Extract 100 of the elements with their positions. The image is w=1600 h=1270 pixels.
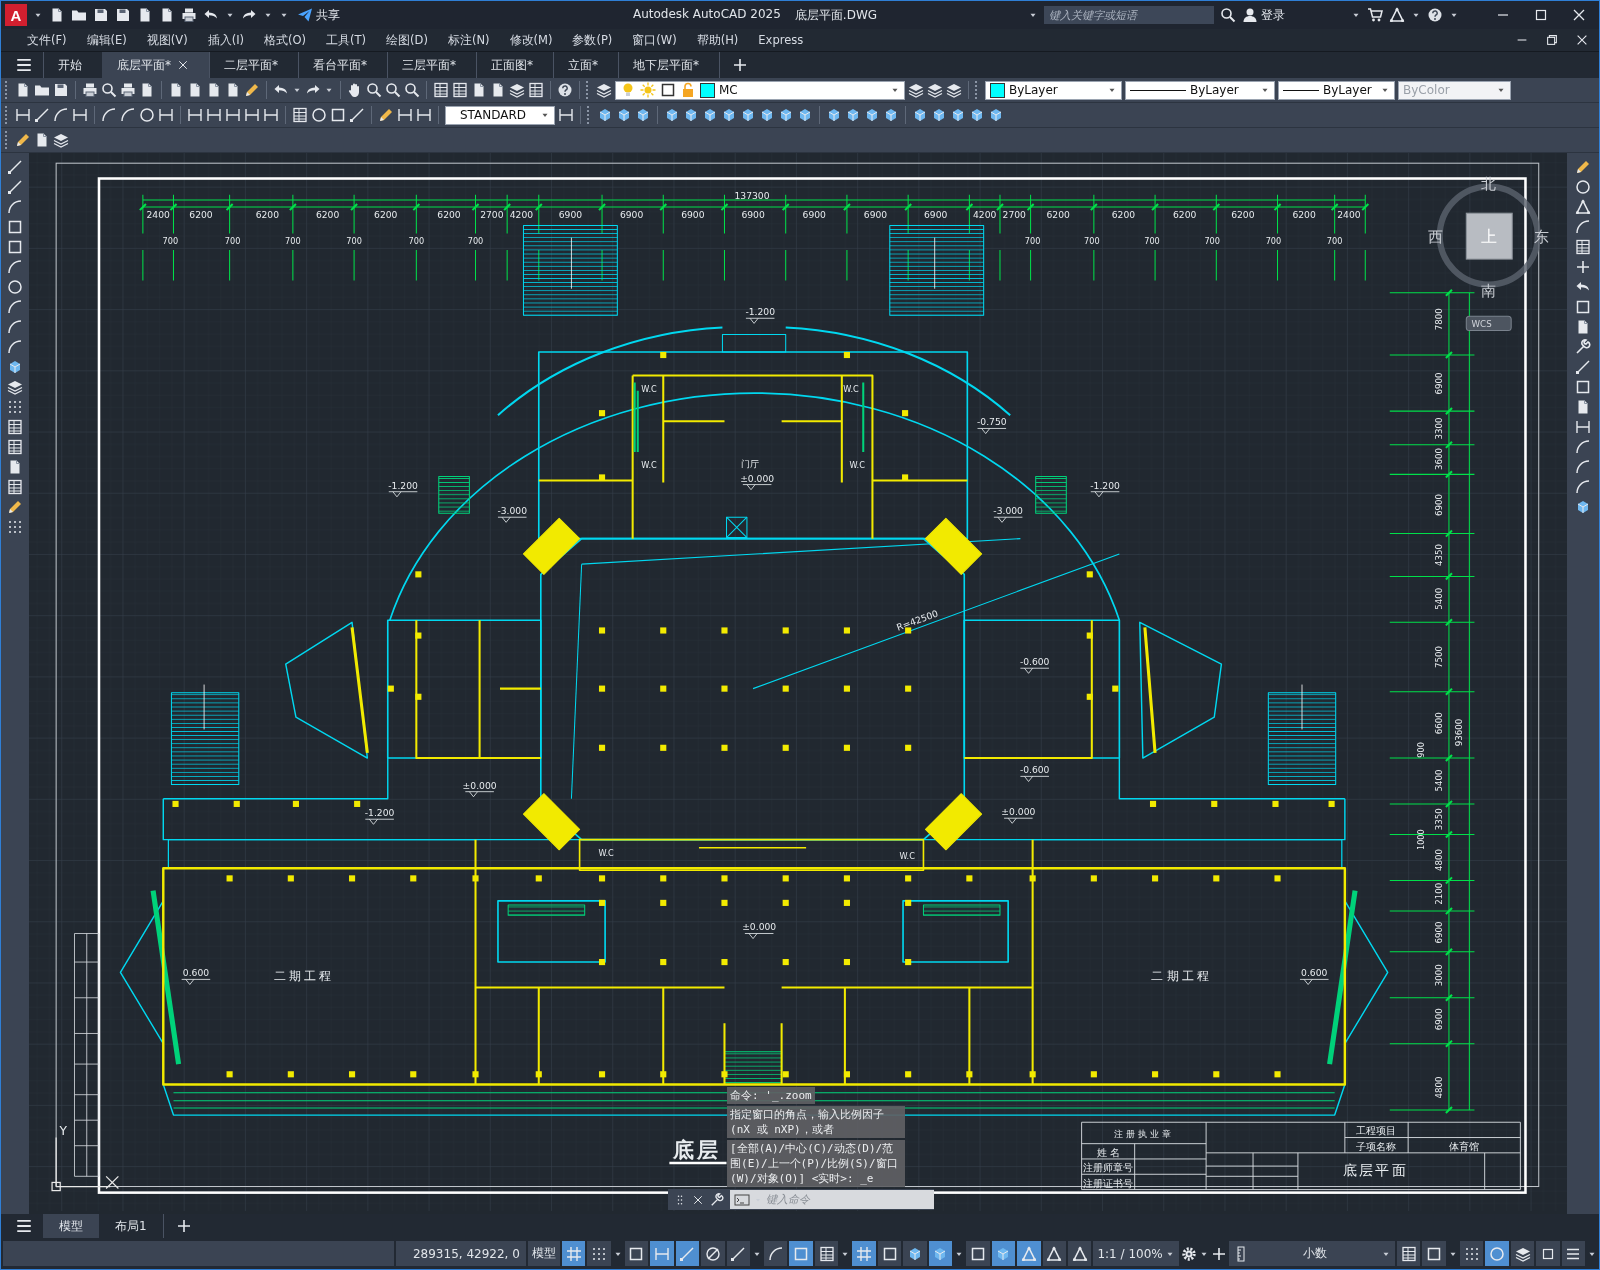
- cube-icon[interactable]: [616, 107, 632, 123]
- table-icon[interactable]: [452, 82, 468, 98]
- sign-in-button[interactable]: 登录: [1242, 6, 1285, 24]
- arc-icon[interactable]: [101, 107, 117, 123]
- pencil-icon[interactable]: [7, 499, 24, 515]
- magnifier-icon[interactable]: [366, 82, 382, 98]
- lineweight-dropdown[interactable]: ByLayer: [1278, 80, 1395, 100]
- circle-icon[interactable]: [1575, 179, 1592, 195]
- arc-icon[interactable]: [1575, 219, 1592, 235]
- arc-icon[interactable]: [1575, 459, 1592, 475]
- layers-icon[interactable]: [908, 82, 924, 98]
- viewcube-face[interactable]: [1465, 212, 1513, 260]
- cube-icon[interactable]: [740, 107, 756, 123]
- printer-icon[interactable]: [120, 82, 136, 98]
- annotation-scale-button[interactable]: 1:1 / 100%: [1093, 1241, 1179, 1266]
- layers-icon[interactable]: [927, 82, 943, 98]
- model-space-button[interactable]: 模型: [527, 1241, 560, 1266]
- isolate-objects-toggle[interactable]: [1459, 1241, 1484, 1266]
- pencil-icon[interactable]: [244, 82, 260, 98]
- help-icon[interactable]: [1427, 7, 1443, 23]
- circle-icon[interactable]: [311, 107, 327, 123]
- menu-item[interactable]: 帮助(H): [686, 32, 749, 48]
- layout-tab[interactable]: 模型: [43, 1214, 99, 1238]
- dots-icon[interactable]: [7, 399, 24, 415]
- gear-icon[interactable]: [1180, 1245, 1197, 1262]
- wrench-icon[interactable]: [1575, 339, 1592, 355]
- command-input-field[interactable]: 键入命令: [766, 1193, 917, 1206]
- menu-item[interactable]: 修改(M): [499, 32, 563, 48]
- menu-item[interactable]: 绘图(D): [376, 32, 438, 48]
- magnifier-icon[interactable]: [385, 82, 401, 98]
- search-field[interactable]: 键入关键字或短语: [1044, 6, 1214, 24]
- snap-toggle[interactable]: [587, 1241, 611, 1266]
- clean-screen-toggle[interactable]: [1536, 1241, 1560, 1266]
- dynamic-ucs-toggle[interactable]: [928, 1241, 953, 1266]
- restore-icon[interactable]: [1545, 33, 1559, 47]
- help-icon[interactable]: [557, 82, 573, 98]
- table-icon[interactable]: [433, 82, 449, 98]
- dimension-icon[interactable]: [244, 107, 260, 123]
- square-icon[interactable]: [1575, 379, 1592, 395]
- annotation-visibility-toggle[interactable]: [1017, 1241, 1041, 1266]
- dimension-icon[interactable]: [397, 107, 413, 123]
- cube-icon[interactable]: [664, 107, 680, 123]
- arc-icon[interactable]: [120, 107, 136, 123]
- arc-icon[interactable]: [7, 199, 24, 215]
- table-icon[interactable]: [1575, 239, 1592, 255]
- object-track-toggle[interactable]: [764, 1241, 788, 1266]
- menu-item[interactable]: 参数(P): [562, 32, 623, 48]
- command-line-field[interactable]: 键入命令: [730, 1190, 935, 1209]
- cube-icon[interactable]: [826, 107, 842, 123]
- dimension-icon[interactable]: [206, 107, 222, 123]
- square-icon[interactable]: [1575, 299, 1592, 315]
- wrench-icon[interactable]: [710, 1192, 725, 1207]
- close-icon[interactable]: [1575, 33, 1589, 47]
- units-dropdown[interactable]: 小数: [1228, 1241, 1395, 1266]
- menu-item[interactable]: 窗口(W): [622, 32, 687, 48]
- cube-icon[interactable]: [969, 107, 985, 123]
- lock-ui-toggle[interactable]: [1422, 1241, 1446, 1266]
- triangle-icon[interactable]: [1575, 199, 1592, 215]
- cube-icon[interactable]: [864, 107, 880, 123]
- dimension-icon[interactable]: [158, 107, 174, 123]
- plus-icon[interactable]: [1210, 1245, 1227, 1262]
- table-icon[interactable]: [7, 419, 24, 435]
- dynamic-input-toggle[interactable]: [650, 1241, 674, 1266]
- menu-item[interactable]: 编辑(E): [76, 32, 137, 48]
- arc-icon[interactable]: [1575, 479, 1592, 495]
- plus-icon[interactable]: [1575, 259, 1592, 275]
- cube-icon[interactable]: [797, 107, 813, 123]
- square-icon[interactable]: [7, 239, 24, 255]
- object-snap-toggle[interactable]: [789, 1241, 813, 1266]
- dimension-icon[interactable]: [1575, 419, 1592, 435]
- cube-icon[interactable]: [702, 107, 718, 123]
- isodraft-toggle[interactable]: [726, 1241, 750, 1266]
- table-icon[interactable]: [7, 439, 24, 455]
- menu-item[interactable]: 格式(O): [254, 32, 317, 48]
- arc-icon[interactable]: [7, 259, 24, 275]
- close-icon[interactable]: [1571, 7, 1587, 23]
- circle-icon[interactable]: [7, 279, 24, 295]
- selection-filter-toggle[interactable]: [966, 1241, 990, 1266]
- layers-icon[interactable]: [596, 82, 612, 98]
- annotation-scale-toggle[interactable]: [1068, 1241, 1092, 1266]
- cube-icon[interactable]: [883, 107, 899, 123]
- save-icon[interactable]: [115, 7, 131, 23]
- printer-icon[interactable]: [82, 82, 98, 98]
- layers-icon[interactable]: [7, 379, 24, 395]
- file-tab[interactable]: 底层平面*: [102, 52, 209, 78]
- menu-item[interactable]: 工具(T): [316, 32, 377, 48]
- plus-icon[interactable]: [732, 57, 748, 73]
- menu-item[interactable]: Express: [748, 33, 814, 47]
- cube-icon[interactable]: [845, 107, 861, 123]
- dimension-icon[interactable]: [187, 107, 203, 123]
- layout-tab[interactable]: 布局1: [99, 1214, 163, 1238]
- cart-icon[interactable]: [1367, 7, 1383, 23]
- circle-icon[interactable]: [139, 107, 155, 123]
- cube-icon[interactable]: [759, 107, 775, 123]
- gizmo-toggle[interactable]: [991, 1241, 1016, 1266]
- save-icon[interactable]: [53, 82, 69, 98]
- menu-item[interactable]: 插入(I): [197, 32, 255, 48]
- dots-icon[interactable]: [7, 519, 24, 535]
- dimension-icon[interactable]: [416, 107, 432, 123]
- table-icon[interactable]: [292, 107, 308, 123]
